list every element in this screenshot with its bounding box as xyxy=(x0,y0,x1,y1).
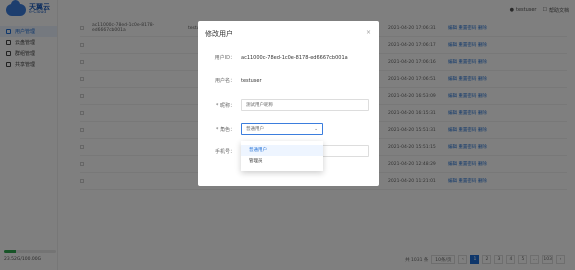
modal-title: 修改用户 xyxy=(205,30,233,38)
username-value: testuser xyxy=(241,77,262,84)
role-option-admin[interactable]: 管理员 xyxy=(241,156,323,167)
username-label: 用户名： xyxy=(214,78,235,84)
form-row-username: 用户名： testuser xyxy=(198,77,379,85)
role-select-value: 普通用户 xyxy=(246,127,264,132)
nickname-input[interactable]: 测试用户昵称 xyxy=(241,99,369,111)
role-option-normal[interactable]: 普通用户 xyxy=(241,145,323,156)
user-id-label: 用户ID： xyxy=(214,55,235,61)
form-row-nickname: * 昵称： 测试用户昵称 xyxy=(198,99,379,111)
user-id-value: ac11000c-78ed-1c0e-8178-ed6667cb001a xyxy=(241,54,348,61)
close-icon[interactable]: × xyxy=(366,29,371,36)
role-dropdown: 普通用户 管理员 xyxy=(241,141,323,171)
chevron-down-icon: ⌄ xyxy=(314,126,318,132)
role-label: * 角色： xyxy=(215,126,235,133)
nickname-label: * 昵称： xyxy=(215,102,235,109)
phone-label: 手机号： xyxy=(214,148,235,155)
form-row-user-id: 用户ID： ac11000c-78ed-1c0e-8178-ed6667cb00… xyxy=(198,54,379,62)
role-select[interactable]: 普通用户 ⌄ xyxy=(241,123,323,135)
form-row-role: * 角色： 普通用户 ⌄ xyxy=(198,123,379,135)
